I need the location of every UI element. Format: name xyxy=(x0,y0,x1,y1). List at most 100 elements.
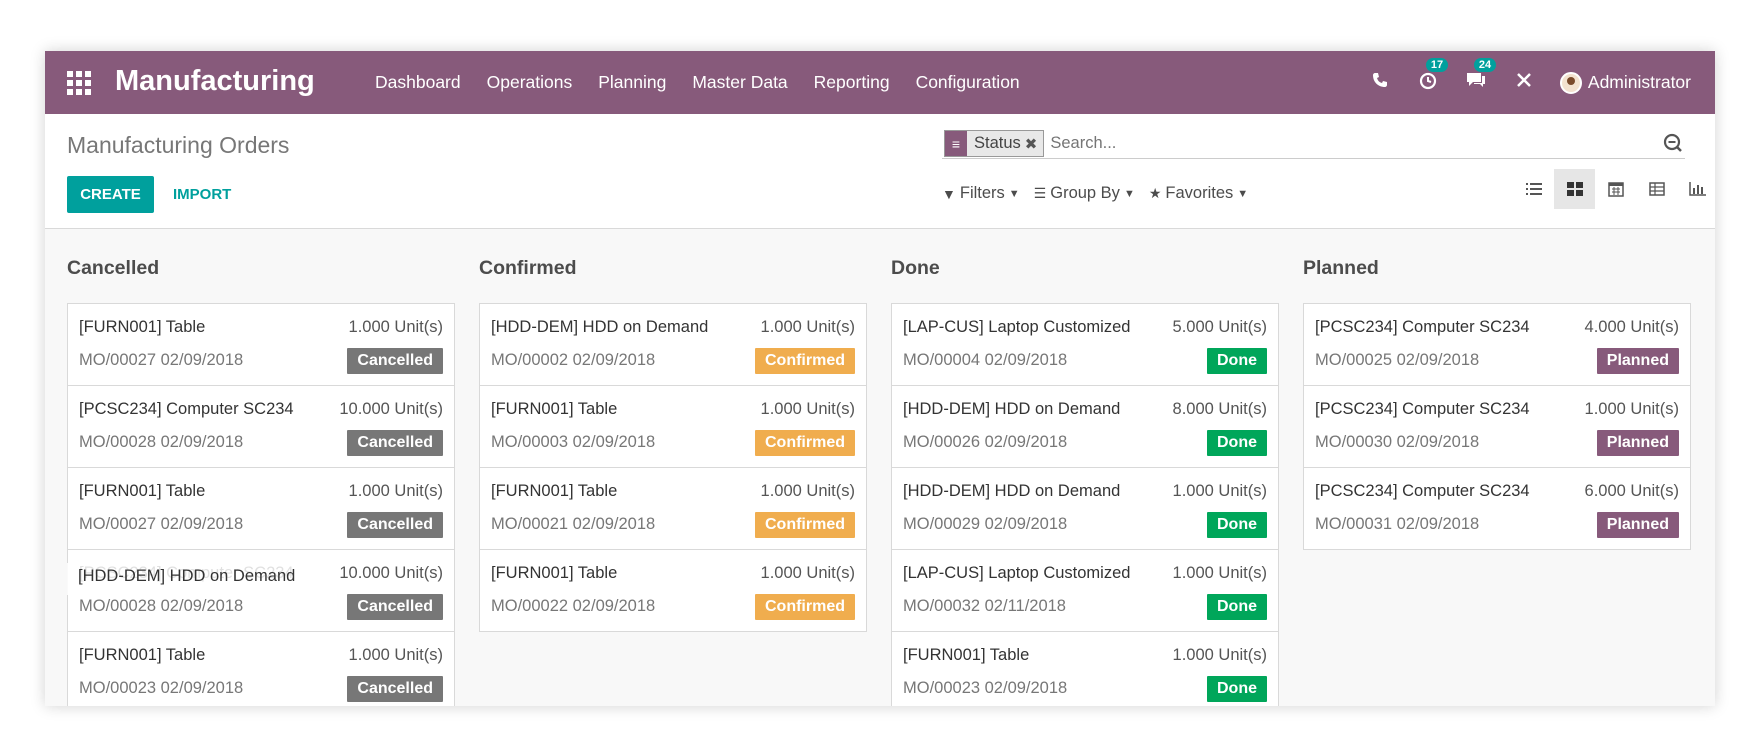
facet-label: Status xyxy=(974,134,1021,152)
kanban-card[interactable]: [LAP-CUS] Laptop Customized 1.000 Unit(s)… xyxy=(891,549,1279,632)
status-badge: Cancelled xyxy=(347,676,443,702)
card-name: [FURN001] Table xyxy=(903,646,1030,664)
user-name: Administrator xyxy=(1587,72,1691,92)
group-by-dropdown[interactable]: ☰ Group By ▼ xyxy=(1034,184,1135,203)
status-badge: Done xyxy=(1207,430,1267,456)
card-quantity: 1.000 Unit(s) xyxy=(760,564,855,582)
menu-dashboard[interactable]: Dashboard xyxy=(375,72,461,93)
search-icon[interactable] xyxy=(1663,133,1683,153)
kanban-card[interactable]: [HDD-DEM] HDD on Demand 1.000 Unit(s) MO/0… xyxy=(479,303,867,386)
user-menu[interactable]: Administrator xyxy=(1559,71,1691,94)
column-title: Cancelled xyxy=(67,257,160,279)
card-name: [HDD-DEM] HDD on Demand xyxy=(903,400,1121,418)
kanban-card[interactable]: [FURN001] Table 1.000 Unit(s) MO/00027 02/… xyxy=(67,303,455,386)
card-name: [FURN001] Table xyxy=(79,646,206,664)
card-quantity: 6.000 Unit(s) xyxy=(1584,482,1679,500)
kanban-card[interactable]: [FURN001] Table 1.000 Unit(s) MO/00027 02/… xyxy=(67,467,455,550)
caret-down-icon: ▼ xyxy=(1237,187,1249,200)
card-quantity: 1.000 Unit(s) xyxy=(1172,646,1267,664)
card-quantity: 1.000 Unit(s) xyxy=(760,400,855,418)
filter-icon: ▼ xyxy=(942,185,956,202)
card-reference: MO/00002 02/09/2018 xyxy=(491,351,656,369)
column-title: Confirmed xyxy=(479,257,577,279)
card-quantity: 1.000 Unit(s) xyxy=(1172,564,1267,582)
avatar xyxy=(1559,71,1582,94)
status-badge: Planned xyxy=(1596,512,1679,538)
card-reference: MO/00027 02/09/2018 xyxy=(79,515,244,533)
kanban-card[interactable]: [PCSC234] Computer SC234 6.000 Unit(s) MO/… xyxy=(1303,467,1691,550)
menu-master-data[interactable]: Master Data xyxy=(692,72,787,93)
card-quantity: 1.000 Unit(s) xyxy=(348,318,443,336)
column-cards: [LAP-CUS] Laptop Customized 5.000 Unit(s)… xyxy=(891,303,1279,706)
graph-view-icon[interactable] xyxy=(1677,169,1715,209)
status-badge: Confirmed xyxy=(755,512,855,538)
group-by-facet-icon: ≡ xyxy=(945,131,967,156)
card-name: [FURN001] Table xyxy=(79,482,206,500)
search-options: ▼ Filters ▼ ☰ Group By ▼ ★ Favorites ▼ xyxy=(942,184,1262,203)
kanban-card[interactable]: [HDD-DEM] HDD on Demand 1.000 Unit(s) MO/0… xyxy=(891,467,1279,550)
phone-icon[interactable] xyxy=(1368,71,1392,94)
favorites-dropdown[interactable]: ★ Favorites ▼ xyxy=(1149,184,1248,203)
systray: 17 24 Administrator xyxy=(1368,51,1715,114)
column-cards: [HDD-DEM] HDD on Demand 1.000 Unit(s) MO/0… xyxy=(479,303,867,632)
search-input[interactable] xyxy=(1050,134,1685,153)
page-title: Manufacturing Orders xyxy=(67,132,290,158)
kanban-card[interactable]: [PCSC234] Computer SC234 4.000 Unit(s) MO/… xyxy=(1303,303,1691,386)
status-badge: Cancelled xyxy=(347,348,443,374)
card-quantity: 1.000 Unit(s) xyxy=(1172,482,1267,500)
menu-operations[interactable]: Operations xyxy=(487,72,573,93)
view-switcher xyxy=(1513,169,1715,209)
search-bar: ≡ Status ✖ xyxy=(942,129,1685,159)
calendar-view-icon[interactable] xyxy=(1595,169,1636,209)
kanban-card[interactable]: [FURN001] Table 1.000 Unit(s) MO/00021 02/… xyxy=(479,467,867,550)
kanban-view-icon[interactable] xyxy=(1554,169,1595,209)
dragged-card[interactable]: [HDD-DEM] HDD on Demand xyxy=(67,563,317,595)
card-name: [FURN001] Table xyxy=(491,564,618,582)
main-menu: Dashboard Operations Planning Master Dat… xyxy=(375,51,1046,114)
card-name: [HDD-DEM] HDD on Demand xyxy=(491,318,709,336)
card-name: [HDD-DEM] HDD on Demand xyxy=(903,482,1121,500)
app-brand[interactable]: Manufacturing xyxy=(115,65,315,98)
status-badge: Planned xyxy=(1596,348,1679,374)
card-reference: MO/00023 02/09/2018 xyxy=(79,679,244,697)
card-reference: MO/00026 02/09/2018 xyxy=(903,433,1068,451)
kanban-card[interactable]: [FURN001] Table 1.000 Unit(s) MO/00003 02/… xyxy=(479,385,867,468)
kanban-card[interactable]: [PCSC234] Computer SC234 1.000 Unit(s) MO/… xyxy=(1303,385,1691,468)
card-name: [LAP-CUS] Laptop Customized xyxy=(903,564,1131,582)
facet-close-icon[interactable]: ✖ xyxy=(1025,135,1044,153)
status-badge: Cancelled xyxy=(347,512,443,538)
menu-planning[interactable]: Planning xyxy=(598,72,666,93)
kanban-card[interactable]: [FURN001] Table 1.000 Unit(s) MO/00022 02/… xyxy=(479,549,867,632)
status-facet: ≡ Status ✖ xyxy=(944,130,1045,157)
card-quantity: 1.000 Unit(s) xyxy=(1584,400,1679,418)
filters-dropdown[interactable]: ▼ Filters ▼ xyxy=(942,184,1020,203)
pivot-view-icon[interactable] xyxy=(1636,169,1677,209)
filters-label: Filters xyxy=(959,184,1005,202)
card-quantity: 1.000 Unit(s) xyxy=(760,318,855,336)
import-button[interactable]: IMPORT xyxy=(173,176,231,213)
card-quantity: 10.000 Unit(s) xyxy=(339,400,443,418)
card-reference: MO/00032 02/11/2018 xyxy=(903,597,1066,615)
status-badge: Planned xyxy=(1596,430,1679,456)
favorites-label: Favorites xyxy=(1165,184,1234,202)
card-reference: MO/00030 02/09/2018 xyxy=(1315,433,1480,451)
tools-icon[interactable] xyxy=(1512,71,1536,95)
status-badge: Cancelled xyxy=(347,430,443,456)
kanban-card[interactable]: [FURN001] Table 1.000 Unit(s) MO/00023 02/… xyxy=(891,631,1279,706)
control-panel: Manufacturing Orders CREATE IMPORT ≡ Sta… xyxy=(45,114,1715,229)
kanban-card[interactable]: [FURN001] Table 1.000 Unit(s) MO/00023 02/… xyxy=(67,631,455,706)
kanban-card[interactable]: [PCSC234] Computer SC234 10.000 Unit(s) MO… xyxy=(67,385,455,468)
activity-clock-icon[interactable]: 17 xyxy=(1416,57,1449,96)
kanban-card[interactable]: [HDD-DEM] HDD on Demand 8.000 Unit(s) MO/0… xyxy=(891,385,1279,468)
card-name: [FURN001] Table xyxy=(491,400,618,418)
status-badge: Done xyxy=(1207,594,1267,620)
column-title: Planned xyxy=(1303,257,1379,279)
messages-icon[interactable]: 24 xyxy=(1464,57,1497,96)
create-button[interactable]: CREATE xyxy=(67,176,154,213)
menu-configuration[interactable]: Configuration xyxy=(916,72,1020,93)
kanban-card[interactable]: [LAP-CUS] Laptop Customized 5.000 Unit(s)… xyxy=(891,303,1279,386)
apps-grid-icon[interactable] xyxy=(67,71,91,95)
list-view-icon[interactable] xyxy=(1513,169,1554,209)
card-name: [LAP-CUS] Laptop Customized xyxy=(903,318,1131,336)
menu-reporting[interactable]: Reporting xyxy=(814,72,890,93)
